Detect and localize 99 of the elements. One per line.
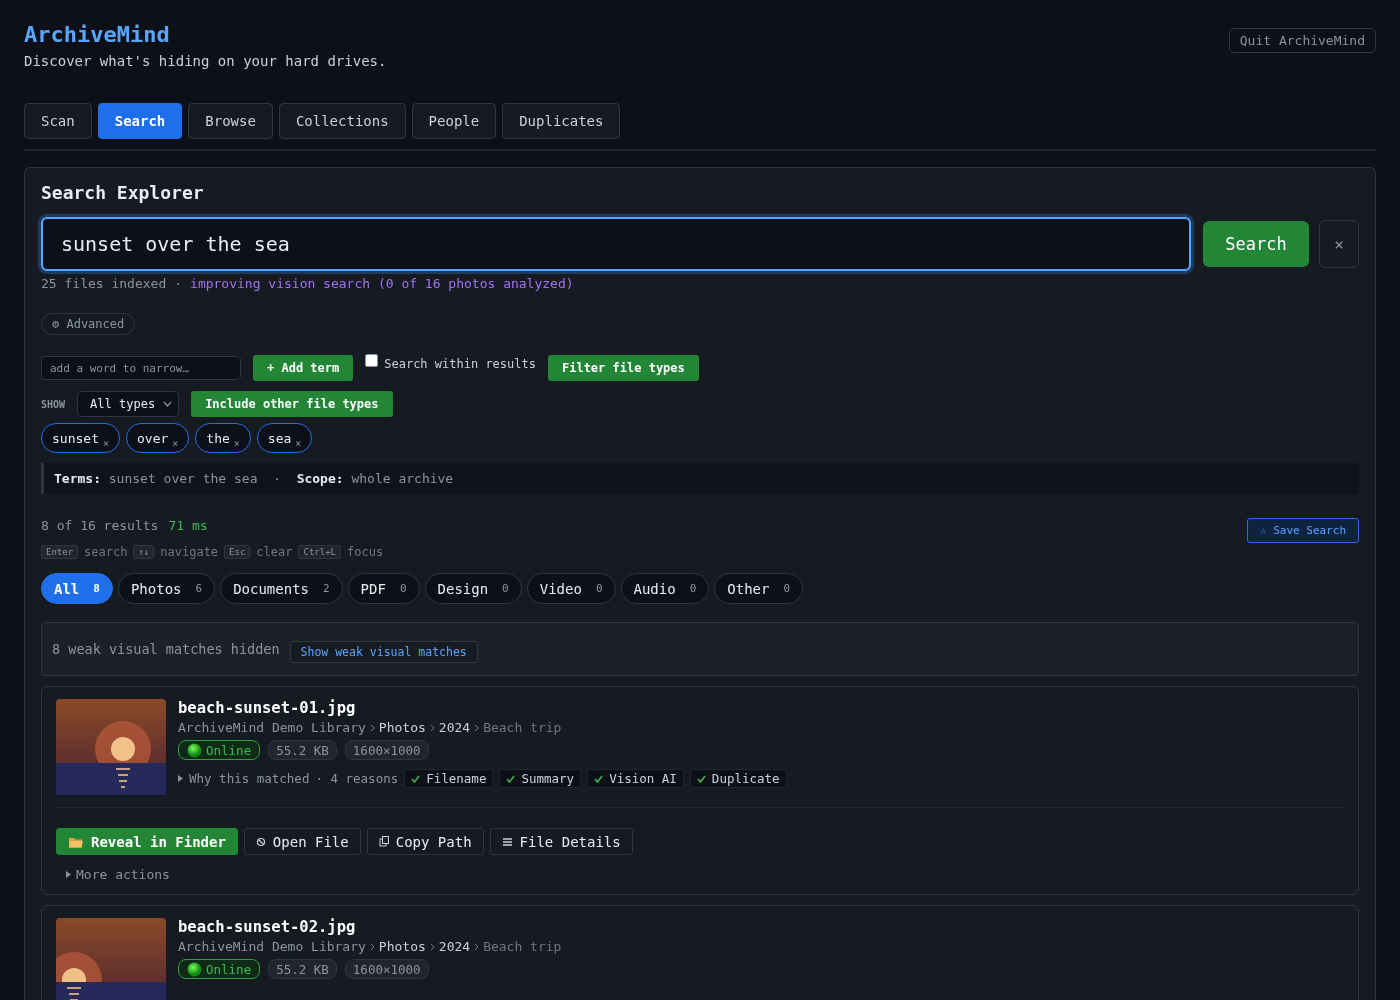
why-toggle[interactable]: Why this matched <box>189 771 310 786</box>
tab[interactable]: Scan <box>24 103 92 139</box>
chevron-right-icon <box>474 723 480 732</box>
add-term-button[interactable]: + Add term <box>253 355 354 381</box>
path-segment[interactable]: ArchiveMind Demo Library <box>178 939 366 954</box>
chevron-right-icon <box>429 942 435 951</box>
reason-tag: Filename <box>404 769 494 788</box>
result-count: 8 of 16 results <box>41 518 159 533</box>
vision-status: improving vision search (0 of 16 photos analyzed) <box>190 276 574 291</box>
checkbox-label: Search within results <box>384 357 536 371</box>
quit-button[interactable]: Quit ArchiveMind <box>1228 28 1376 53</box>
shortcut-label: navigate <box>160 545 219 559</box>
check-icon <box>411 774 421 783</box>
action-button[interactable]: File Details <box>489 828 633 855</box>
term-chip[interactable]: sea × <box>256 423 313 453</box>
tab[interactable]: Collections <box>278 103 406 139</box>
tab[interactable]: Duplicates <box>502 103 621 139</box>
panel-heading: Search Explorer <box>41 182 205 203</box>
list-icon <box>501 836 513 847</box>
check-icon <box>594 774 604 783</box>
status-dot-icon <box>187 742 202 758</box>
chevron-right-icon <box>474 942 480 951</box>
action-button[interactable]: Copy Path <box>366 828 484 855</box>
file-size: 55.2 KB <box>268 959 337 979</box>
copy-icon <box>378 836 389 847</box>
save-search-button[interactable]: ☆ Save Search <box>1246 518 1359 543</box>
tab[interactable]: Search <box>97 103 183 139</box>
filter-pill[interactable]: Photos 6 <box>117 573 216 604</box>
image-dimensions: 1600×1000 <box>344 959 429 979</box>
file-size: 55.2 KB <box>268 740 337 760</box>
caret-right-icon <box>178 775 183 782</box>
action-button[interactable]: Open File <box>243 828 361 855</box>
circle-slash-icon <box>255 836 266 847</box>
image-dimensions: 1600×1000 <box>344 740 429 760</box>
reason-tag: Duplicate <box>689 769 787 788</box>
notice-text: 8 weak visual matches hidden <box>52 641 280 657</box>
shortcut-label: search <box>84 545 128 559</box>
remove-icon[interactable]: × <box>172 437 179 449</box>
status-dot-icon <box>187 961 202 977</box>
path-segment[interactable]: 2024 <box>438 939 471 954</box>
reason-tag: Summary <box>499 769 582 788</box>
filter-pill[interactable]: Video 0 <box>526 573 616 604</box>
app-subtitle: Discover what's hiding on your hard drives. <box>24 53 387 69</box>
tab[interactable]: People <box>411 103 497 139</box>
clear-button[interactable]: × <box>1319 220 1359 268</box>
search-field[interactable]: sunset over the sea <box>41 217 1191 271</box>
remove-icon[interactable]: × <box>295 437 302 449</box>
filter-pill[interactable]: PDF 0 <box>347 573 420 604</box>
shortcut-label: clear <box>256 545 293 559</box>
filter-pill[interactable]: Audio 0 <box>620 573 710 604</box>
tab[interactable]: Browse <box>188 103 273 139</box>
file-name[interactable]: beach-sunset-02.jpg <box>178 918 1344 936</box>
type-select[interactable]: All types <box>77 391 180 417</box>
search-time: 71 ms <box>168 518 208 533</box>
include-button[interactable]: Include other file types <box>191 391 393 417</box>
chevron-right-icon <box>369 723 375 732</box>
check-icon <box>696 774 706 783</box>
filter-pill[interactable]: Other 0 <box>714 573 804 604</box>
remove-icon[interactable]: × <box>233 437 240 449</box>
more-actions-toggle[interactable]: More actions <box>76 867 170 882</box>
query-summary: Terms: sunset over the sea · Scope: whole archive <box>41 463 1359 494</box>
key-hint: Ctrl+L <box>298 545 341 559</box>
chevron-right-icon <box>429 723 435 732</box>
chevron-right-icon <box>369 942 375 951</box>
path-segment[interactable]: Beach trip <box>483 720 562 735</box>
app-title: ArchiveMind <box>24 22 171 47</box>
status-badge: Online <box>178 959 261 979</box>
term-chip[interactable]: over × <box>126 423 190 453</box>
key-hint: Enter <box>41 545 79 559</box>
show-label: SHOW <box>41 398 66 410</box>
search-button[interactable]: Search <box>1203 221 1309 267</box>
term-chip[interactable]: the × <box>195 423 251 453</box>
path-segment[interactable]: 2024 <box>438 720 471 735</box>
path-segment[interactable]: Photos <box>378 939 426 954</box>
check-icon <box>506 774 516 783</box>
reason-tag: Vision AI <box>587 769 684 788</box>
filter-pill[interactable]: Documents 2 <box>220 573 343 604</box>
reason-count: · 4 reasons <box>315 771 399 786</box>
show-weak-button[interactable]: Show weak visual matches <box>289 641 478 663</box>
path-segment[interactable]: Photos <box>378 720 426 735</box>
key-hint: Esc <box>224 545 251 559</box>
key-hint: ↑↓ <box>133 545 155 559</box>
caret-right-icon <box>66 871 71 878</box>
action-button[interactable]: Reveal in Finder <box>56 828 238 855</box>
path-segment[interactable]: Beach trip <box>483 939 562 954</box>
file-name[interactable]: beach-sunset-01.jpg <box>178 699 1344 717</box>
status-badge: Online <box>178 740 261 760</box>
index-count: 25 files indexed <box>41 276 167 291</box>
filter-button[interactable]: Filter file types <box>547 355 699 381</box>
remove-icon[interactable]: × <box>102 437 109 449</box>
narrow-field[interactable]: add a word to narrow… <box>41 356 241 380</box>
path-segment[interactable]: ArchiveMind Demo Library <box>178 720 366 735</box>
filter-pill[interactable]: All 8 <box>41 573 113 604</box>
chevron-down-icon <box>163 401 173 407</box>
term-chip[interactable]: sunset × <box>41 423 120 453</box>
separator-dot: · <box>174 276 183 291</box>
filter-pill[interactable]: Design 0 <box>424 573 522 604</box>
shortcut-label: focus <box>347 545 384 559</box>
checkbox[interactable] <box>365 353 379 367</box>
